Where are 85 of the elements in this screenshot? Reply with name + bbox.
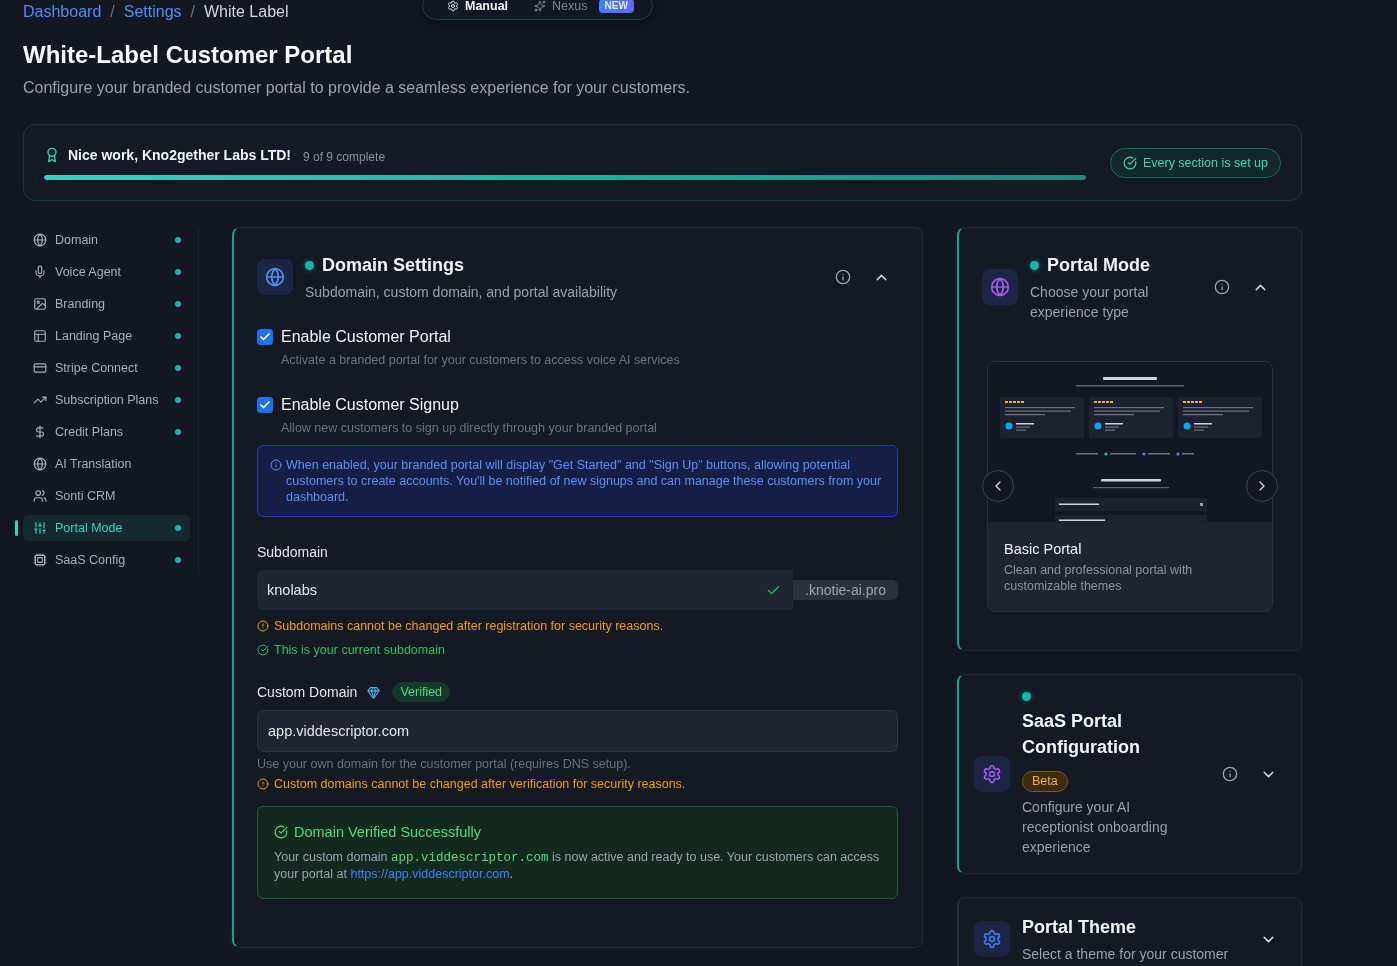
- check-circle-icon: [257, 644, 269, 656]
- section-subtitle: Configure your AI receptionist onboarding experience: [1022, 798, 1169, 857]
- checkbox-description: Allow new customers to sign up directly through your branded portal: [281, 420, 658, 436]
- page-title: White-Label Customer Portal: [23, 40, 354, 70]
- globe-icon: [982, 269, 1018, 305]
- info-icon[interactable]: [1222, 766, 1238, 782]
- checkbox-label: Enable Customer Portal: [281, 328, 451, 346]
- sidebar-item[interactable]: Sonti CRM: [23, 483, 190, 509]
- success-message: Your custom domain app.viddescriptor.com is now active and ready to use. Your customers can access your portal at https://app.viddescriptor.com.: [274, 849, 881, 882]
- success-title: Domain Verified Successfully: [294, 824, 481, 840]
- help-text: Use your own domain for the customer portal (requires DNS setup).: [257, 756, 631, 772]
- checkbox[interactable]: [257, 329, 273, 345]
- sidebar-item[interactable]: Branding: [23, 291, 190, 317]
- award-icon: [44, 147, 60, 163]
- globe-icon: [33, 457, 47, 471]
- section-title: Domain Settings: [322, 254, 464, 277]
- section-title: Portal Mode: [1047, 254, 1150, 277]
- checkbox-description: Activate a branded portal for your customers to access voice AI services: [281, 352, 681, 368]
- preview-description: Clean and professional portal with customizable themes: [1004, 562, 1194, 594]
- notice-text: When enabled, your branded portal will display "Get Started" and "Sign Up" buttons, allowing potential customers to create accounts. You'll be notified of new signups and can manage these customers from your dashboard.: [286, 457, 883, 505]
- info-icon[interactable]: [835, 269, 851, 285]
- breadcrumb-current: White Label: [204, 2, 289, 22]
- layout-icon: [33, 329, 47, 343]
- info-icon: [270, 459, 282, 471]
- sidebar-item[interactable]: SaaS Config: [23, 547, 190, 573]
- globe-icon: [33, 233, 47, 247]
- section-title: SaaS Portal Configuration: [1022, 710, 1141, 759]
- active-indicator: [15, 520, 18, 536]
- sparkles-icon: [534, 0, 547, 12]
- breadcrumb-link[interactable]: Dashboard: [23, 2, 102, 22]
- check-icon: [259, 399, 271, 411]
- image-icon: [33, 297, 47, 311]
- sidebar-item[interactable]: Stripe Connect: [23, 355, 190, 381]
- sidebar-item[interactable]: Voice Agent: [23, 259, 190, 285]
- domain-suffix: .knotie-ai.pro: [793, 580, 898, 600]
- gear-icon: [974, 921, 1010, 957]
- progress-message: Nice work, Kno2gether Labs LTD!: [68, 147, 291, 163]
- check-circle-icon: [1122, 155, 1137, 170]
- microphone-icon: [33, 265, 47, 279]
- breadcrumb-separator: /: [110, 2, 115, 22]
- section-title: Portal Theme: [1022, 916, 1137, 939]
- dollar-icon: [33, 425, 47, 439]
- checkbox-label: Enable Customer Signup: [281, 396, 459, 414]
- mode-tab[interactable]: Nexus NEW: [534, 0, 634, 13]
- globe-icon: [257, 259, 293, 295]
- sidebar-item[interactable]: Subscription Plans: [23, 387, 190, 413]
- warning-text: Custom domains cannot be changed after verification for security reasons.: [274, 776, 686, 792]
- beta-badge: Beta: [1022, 771, 1068, 792]
- gem-icon: [367, 685, 381, 699]
- alert-icon: [257, 620, 269, 632]
- sidebar-item[interactable]: Credit Plans: [23, 419, 190, 445]
- sidebar-item[interactable]: Landing Page: [23, 323, 190, 349]
- warning-text: Subdomains cannot be changed after registration for security reasons.: [274, 618, 664, 634]
- info-icon[interactable]: [1214, 279, 1230, 295]
- breadcrumb-separator: /: [190, 2, 195, 22]
- section-subtitle: Subdomain, custom domain, and portal availability: [305, 283, 618, 302]
- progress-count: 9 of 9 complete: [303, 148, 386, 164]
- section-subtitle: Select a theme for your customer: [1022, 945, 1229, 964]
- verified-badge: Verified: [392, 682, 451, 702]
- section-subtitle: Choose your portal experience type: [1030, 283, 1150, 322]
- check-icon: [259, 331, 271, 343]
- confirmation-text: This is your current subdomain: [274, 642, 445, 658]
- sidebar-item[interactable]: Domain: [23, 227, 190, 253]
- field-label: Custom Domain: [257, 683, 358, 702]
- preview-title: Basic Portal: [1004, 540, 1083, 559]
- credit-card-icon: [33, 361, 47, 375]
- new-badge: NEW: [598, 0, 634, 13]
- chip-icon: [33, 553, 47, 567]
- breadcrumb-link[interactable]: Settings: [123, 2, 182, 22]
- portal-link[interactable]: https://app.viddescriptor.com: [350, 867, 510, 881]
- sliders-icon: [33, 521, 47, 535]
- subdomain-input[interactable]: knolabs: [257, 570, 794, 610]
- sidebar-item[interactable]: Portal Mode: [23, 515, 190, 541]
- status-text: Every section is set up: [1142, 155, 1268, 170]
- page-subtitle: Configure your branded customer portal to provide a seamless experience for your customers.: [23, 78, 691, 98]
- field-label: Subdomain: [257, 543, 328, 562]
- gear-icon: [974, 756, 1010, 792]
- gear-icon: [447, 0, 459, 12]
- custom-domain-input[interactable]: app.viddescriptor.com: [257, 710, 898, 752]
- users-icon: [33, 489, 47, 503]
- alert-icon: [257, 778, 269, 790]
- checkbox[interactable]: [257, 397, 273, 413]
- sidebar-item[interactable]: AI Translation: [23, 451, 190, 477]
- mode-tab[interactable]: Manual: [447, 0, 509, 13]
- check-circle-icon: [274, 825, 288, 839]
